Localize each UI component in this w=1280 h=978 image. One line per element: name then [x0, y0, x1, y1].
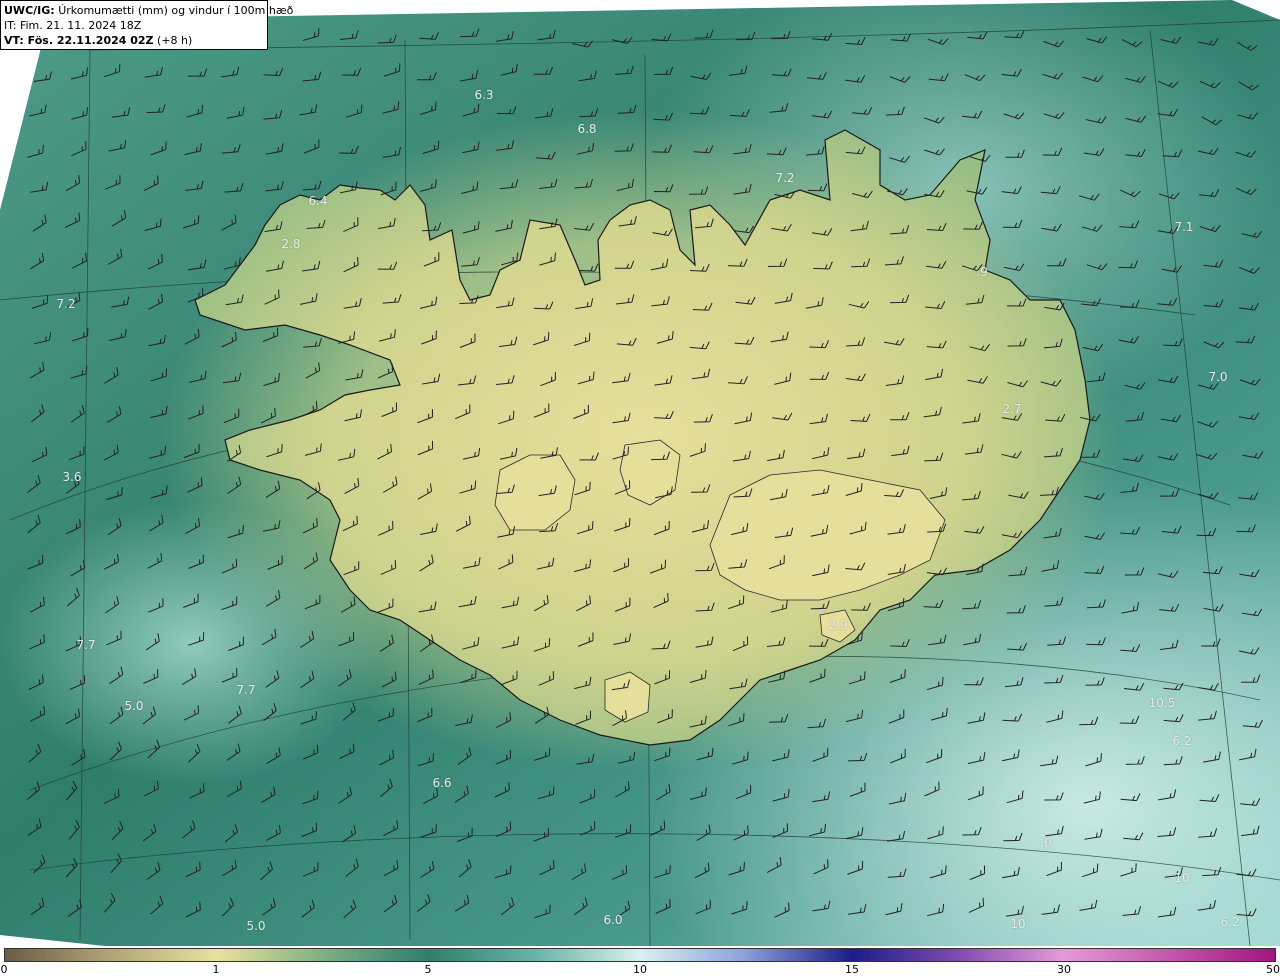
- precip-value-label: 6.8: [577, 122, 597, 136]
- valid-time-line: VT: Fös. 22.11.2024 02Z (+8 h): [4, 33, 264, 48]
- colorbar-tick-label: 1: [212, 963, 220, 976]
- valid-time-label: VT: Fös. 22.11.2024 02Z: [4, 34, 154, 47]
- init-time-value: Fim. 21. 11. 2024 18Z: [19, 19, 142, 32]
- precip-value-label: 7.1: [1174, 220, 1194, 234]
- precip-value-label: 10: [1174, 871, 1190, 885]
- precip-value-label: 3.6: [62, 470, 82, 484]
- precip-value-label: .0: [1040, 836, 1052, 850]
- colorbar-tick-label: 5: [424, 963, 432, 976]
- precip-value-label: 6.0: [603, 913, 623, 927]
- colorbar-tick-label: 15: [845, 963, 860, 976]
- precip-value-label: 5.0: [246, 919, 266, 933]
- lead-time-value: (+8 h): [157, 34, 193, 47]
- forecast-map: [0, 0, 1280, 946]
- precip-value-label: 10.5: [1148, 696, 1176, 710]
- precip-value-label: 7.2: [56, 297, 76, 311]
- precip-value-label: 2.7: [1002, 402, 1022, 416]
- precip-value-label: 6.2: [1172, 734, 1192, 748]
- model-name: UWC/IG:: [4, 4, 55, 17]
- precip-value-label: 6.3: [474, 88, 494, 102]
- precip-value-label: 6.6: [432, 776, 452, 790]
- colorbar-tick-label: 10: [633, 963, 647, 976]
- colorbar-tick-label: 0: [0, 963, 8, 976]
- colorbar: 0 1 5 10 15 30 50: [0, 946, 1280, 978]
- colorbar-tick-label: 30: [1056, 963, 1071, 976]
- precip-value-label: 6.2: [1220, 915, 1240, 929]
- precip-value-label: 6.4: [308, 194, 328, 208]
- colorbar-tick-label: 50: [1266, 963, 1280, 976]
- precip-value-label: 7.2: [775, 171, 795, 185]
- precip-value-label: 5.0: [124, 699, 144, 713]
- precip-value-label: 7.7: [76, 638, 96, 652]
- init-time-line: IT: Fim. 21. 11. 2024 18Z: [4, 18, 264, 33]
- precip-value-label: 10: [1010, 917, 1026, 931]
- colorbar-strip: [4, 948, 1276, 962]
- product-title: Úrkomumætti (mm) og vindur í 100m hæð: [58, 4, 294, 17]
- forecast-info-box: UWC/IG: Úrkomumætti (mm) og vindur í 100…: [0, 0, 293, 50]
- precip-value-label: 7.7: [236, 683, 256, 697]
- init-time-label: IT:: [4, 19, 17, 32]
- precip-value-label: 2.9: [828, 618, 848, 632]
- precip-value-label: .9: [976, 265, 988, 279]
- precip-value-label: 7.0: [1208, 370, 1228, 384]
- model-title-line: UWC/IG: Úrkomumætti (mm) og vindur í 100…: [4, 3, 293, 18]
- precip-value-label: 2.8: [281, 237, 301, 251]
